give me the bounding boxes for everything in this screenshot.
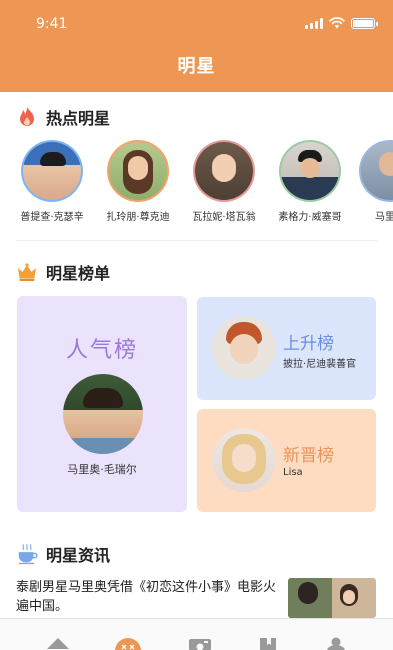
newcomer-chart-card[interactable]: 新晋榜 Lisa (197, 409, 376, 512)
news-thumbnail[interactable] (288, 578, 376, 618)
hot-star-item[interactable]: 马里奥 (350, 140, 393, 223)
avatar (107, 140, 169, 202)
avatar (212, 428, 276, 492)
app-header: 9:41 明星 (0, 0, 393, 92)
avatar (21, 140, 83, 202)
avatar (63, 374, 143, 454)
newcomer-chart-title: 新晋榜 (283, 446, 334, 466)
wifi-icon (329, 17, 345, 29)
hot-star-name: 扎玲朋·尊克迪 (106, 212, 170, 223)
status-bar: 9:41 (0, 0, 393, 44)
hot-star-item[interactable]: 瓦拉妮·塔瓦翁 (184, 140, 264, 223)
profile-icon[interactable] (322, 635, 350, 650)
popularity-chart-star-name: 马里奥·毛瑞尔 (67, 463, 137, 476)
coffee-cup-icon (16, 543, 38, 565)
hot-star-name: 马里奥 (375, 212, 393, 223)
book-icon[interactable] (254, 635, 282, 650)
ranking-header: 明星榜单 (16, 260, 110, 284)
star-logo-icon[interactable] (114, 635, 142, 650)
cellular-signal-icon (305, 17, 323, 29)
page-title: 明星 (177, 56, 216, 77)
hot-star-item[interactable]: 素格力·威塞哥 (270, 140, 350, 223)
popularity-chart-card[interactable]: 人气榜 马里奥·毛瑞尔 (17, 296, 187, 512)
news-header: 明星资讯 (16, 542, 110, 566)
home-icon[interactable] (44, 635, 72, 650)
rising-chart-star-name: 披拉·尼迪裴善官 (283, 359, 357, 370)
crown-icon (16, 261, 38, 283)
ranking-title: 明星榜单 (46, 264, 111, 283)
hot-star-item[interactable]: 扎玲朋·尊克迪 (98, 140, 178, 223)
hot-star-name: 瓦拉妮·塔瓦翁 (192, 212, 256, 223)
hot-star-item[interactable]: 普提查·克瑟辛 (12, 140, 92, 223)
hot-stars-list: 普提查·克瑟辛 扎玲朋·尊克迪 瓦拉妮·塔瓦翁 素格力·威塞哥 马里 (0, 140, 393, 230)
hot-stars-header: 热点明星 (16, 105, 110, 129)
section-divider (16, 240, 377, 241)
popularity-chart-title: 人气榜 (65, 338, 138, 363)
status-icons (305, 17, 378, 29)
avatar (279, 140, 341, 202)
rising-chart-card[interactable]: 上升榜 披拉·尼迪裴善官 (197, 297, 376, 400)
newcomer-chart-star-name: Lisa (283, 467, 303, 478)
hot-star-name: 普提查·克瑟辛 (20, 212, 84, 223)
avatar (193, 140, 255, 202)
avatar (359, 140, 393, 202)
news-title: 明星资讯 (46, 546, 111, 565)
battery-icon (351, 17, 378, 29)
flame-icon (16, 106, 38, 128)
news-item-text[interactable]: 泰剧男星马里奥凭借《初恋这件小事》电影火遍中国。 (16, 578, 276, 616)
hot-stars-title: 热点明星 (46, 109, 111, 128)
avatar (212, 316, 276, 380)
status-time: 9:41 (36, 16, 68, 32)
bottom-tab-bar (0, 618, 393, 650)
rising-chart-title: 上升榜 (283, 334, 334, 354)
camera-icon[interactable] (186, 635, 214, 650)
hot-star-name: 素格力·威塞哥 (278, 212, 342, 223)
